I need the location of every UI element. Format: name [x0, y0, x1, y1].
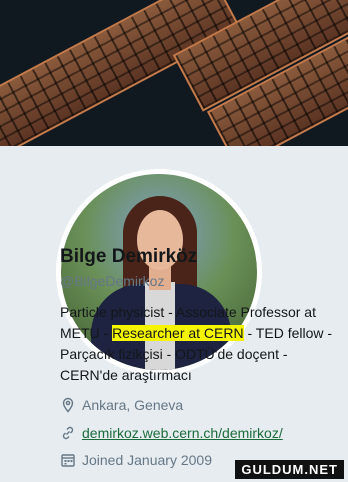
calendar-icon — [61, 454, 75, 467]
joined-text: Joined January 2009 — [82, 452, 212, 468]
profile-handle[interactable]: @BilgeDemirkoz — [60, 273, 164, 289]
bio-line: Particle physicist - Associate Professor… — [60, 304, 316, 320]
watermark: GULDUM.NET — [235, 460, 344, 479]
bio-text: - TED fellow - — [243, 325, 333, 341]
profile-location: Ankara, Geneva — [60, 397, 183, 413]
profile-website[interactable]: demirkoz.web.cern.ch/demirkoz/ — [60, 425, 283, 441]
profile-bio: Particle physicist - Associate Professor… — [60, 302, 338, 386]
bio-line: Parçacık fizikçisi - ODTÜ'de doçent - — [60, 346, 288, 362]
bio-line: METU - Researcher at CERN - TED fellow - — [60, 323, 338, 344]
profile-name[interactable]: Bilge Demirköz — [60, 246, 197, 268]
profile-banner[interactable] — [0, 0, 348, 146]
profile-card: Bilge Demirköz @BilgeDemirkoz Particle p… — [0, 146, 348, 482]
link-icon — [62, 426, 74, 440]
location-text: Ankara, Geneva — [82, 397, 184, 413]
website-link[interactable]: demirkoz.web.cern.ch/demirkoz/ — [82, 425, 283, 441]
bio-highlight: Researcher at CERN — [112, 325, 244, 341]
bio-line: CERN'de araştırmacı — [60, 367, 192, 383]
bio-text: METU - — [60, 325, 113, 341]
location-pin-icon — [62, 397, 74, 413]
profile-joined: Joined January 2009 — [60, 452, 212, 468]
